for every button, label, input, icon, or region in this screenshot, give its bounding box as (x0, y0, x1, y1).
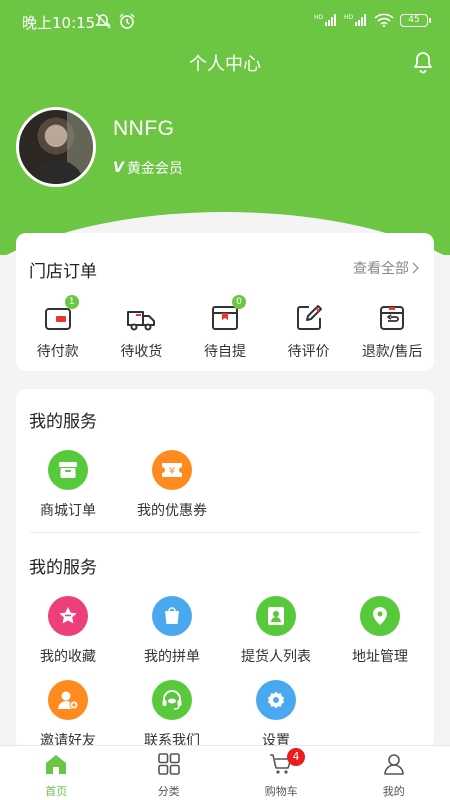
order-pending-review[interactable]: 待评价 (267, 303, 351, 361)
order-pending-receipt[interactable]: 待收货 (100, 303, 184, 361)
coupon-icon: ¥ (152, 450, 192, 490)
tab-bar: 首页 分类 4 购物车 我的 (0, 745, 450, 800)
order-label: 待收货 (120, 344, 163, 360)
service-label: 提货人列表 (241, 649, 311, 665)
chevron-right-icon (412, 262, 419, 274)
favorites-button[interactable]: 我的收藏 (16, 596, 120, 666)
gear-icon (256, 680, 296, 720)
bell-icon[interactable] (412, 50, 434, 74)
pickup-list-button[interactable]: 提货人列表 (224, 596, 328, 666)
svg-text:¥: ¥ (169, 466, 175, 477)
divider (30, 532, 420, 533)
truck-icon (127, 311, 156, 331)
order-label: 待付款 (36, 344, 79, 360)
status-bar: 晚上10:15 HD HD 45 (0, 0, 450, 42)
vip-icon: V (113, 160, 124, 176)
user-name: NNFG (113, 117, 175, 140)
tab-home[interactable]: 首页 (0, 746, 113, 800)
member-level: 黄金会员 (126, 161, 183, 177)
signal-icon: HD (314, 14, 336, 26)
contact-us-button[interactable]: 联系我们 (120, 680, 224, 750)
store-orders-card: 门店订单 查看全部 1 待付款 待收货 0 待自提 待评价 退款/售后 (16, 233, 434, 371)
home-icon (46, 755, 67, 774)
svg-text:HD: HD (314, 14, 324, 21)
alarm-icon (119, 13, 135, 29)
view-all-label: 查看全部 (353, 261, 409, 277)
order-badge: 1 (64, 295, 79, 309)
wifi-icon (374, 13, 394, 27)
location-icon (360, 596, 400, 636)
invite-friends-button[interactable]: 邀请好友 (16, 680, 120, 750)
service-label: 我的收藏 (40, 649, 96, 665)
status-time: 晚上10:15 (22, 14, 96, 32)
tab-label: 我的 (382, 785, 405, 798)
address-button[interactable]: 地址管理 (328, 596, 432, 666)
svg-text:HD: HD (344, 14, 354, 21)
tab-cart[interactable]: 4 购物车 (225, 746, 338, 800)
headset-icon (152, 680, 192, 720)
settings-button[interactable]: 设置 (224, 680, 328, 750)
coupons-button[interactable]: ¥ 我的优惠券 (120, 450, 224, 520)
avatar[interactable] (16, 107, 96, 187)
services-title-2: 我的服务 (29, 558, 97, 578)
order-label: 退款/售后 (361, 344, 423, 360)
battery-icon: 45 (400, 13, 431, 27)
edit-icon (296, 305, 322, 330)
order-label: 待自提 (203, 344, 246, 360)
tab-label: 购物车 (264, 785, 298, 798)
group-orders-button[interactable]: 我的拼单 (120, 596, 224, 666)
star-icon (48, 596, 88, 636)
tab-mine[interactable]: 我的 (338, 746, 450, 800)
service-label: 我的拼单 (144, 649, 200, 665)
member-badge: V 黄金会员 (113, 158, 183, 178)
refund-icon (380, 306, 405, 330)
order-pending-payment[interactable]: 1 待付款 (16, 295, 100, 361)
tab-category[interactable]: 分类 (113, 746, 226, 800)
signal-2-icon: HD (344, 14, 366, 26)
service-label: 地址管理 (352, 649, 408, 665)
services-title-1: 我的服务 (29, 412, 97, 432)
contacts-icon (256, 596, 296, 636)
cart-badge: 4 (287, 748, 305, 766)
bag-icon (152, 596, 192, 636)
grid-icon (157, 753, 180, 775)
view-all-link[interactable]: 查看全部 (353, 258, 420, 278)
order-label: 待评价 (287, 344, 330, 360)
tab-label: 首页 (45, 785, 68, 798)
mute-icon (95, 13, 111, 29)
services-card: 我的服务 商城订单 ¥ 我的优惠券 我的服务 我的收藏 我的拼单 提货人列表 地… (16, 389, 434, 749)
service-label: 商城订单 (40, 503, 96, 519)
store-orders-title: 门店订单 (29, 262, 97, 282)
box-icon (48, 450, 88, 490)
mall-orders-button[interactable]: 商城订单 (16, 450, 120, 520)
order-badge: 0 (231, 295, 246, 309)
page-title: 个人中心 (189, 54, 261, 75)
order-refund[interactable]: 退款/售后 (350, 303, 434, 361)
user-icon (383, 754, 404, 775)
service-label: 我的优惠券 (137, 503, 207, 519)
add-user-icon (48, 680, 88, 720)
order-pending-pickup[interactable]: 0 待自提 (183, 295, 267, 361)
tab-label: 分类 (157, 785, 180, 798)
